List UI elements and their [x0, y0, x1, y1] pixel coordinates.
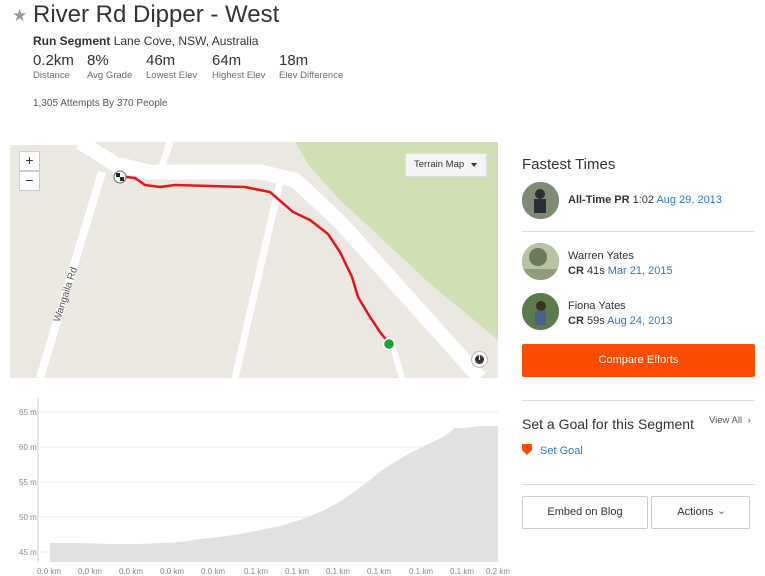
x-tick-label: 0.0 km	[119, 567, 144, 576]
stat-value: 64m	[212, 52, 242, 69]
stat-label: Lowest Elev	[146, 70, 198, 81]
stat-elev-difference: 18m Elev Difference	[279, 52, 343, 81]
avatar[interactable]	[522, 243, 559, 280]
map-type-dropdown[interactable]: Terrain Map	[405, 153, 487, 177]
x-tick-label: 0.0 km	[201, 567, 226, 576]
activity-type: Run Segment	[33, 34, 111, 48]
x-tick-label: 0.1 km	[326, 567, 351, 576]
fastest-times-title: Fastest Times	[522, 156, 616, 173]
zoom-in-button[interactable]: +	[19, 151, 40, 171]
divider	[522, 231, 755, 232]
divider	[522, 484, 755, 485]
x-tick-label: 0.1 km	[409, 567, 434, 576]
elevation-chart	[37, 398, 498, 562]
map-type-label: Terrain Map	[414, 159, 465, 170]
cr-date-link[interactable]: Mar 21, 2015	[608, 265, 673, 277]
stat-label: Avg Grade	[87, 70, 133, 81]
stat-label: Highest Elev	[212, 70, 266, 81]
segment-map[interactable]: + − Terrain Map Wangaila Rd i	[10, 142, 498, 378]
y-tick-label: 45 m	[19, 548, 37, 557]
stat-label: Distance	[33, 70, 70, 81]
x-tick-label: 0.1 km	[285, 567, 310, 576]
avatar[interactable]	[522, 293, 559, 330]
x-tick-label: 0.0 km	[78, 567, 103, 576]
athlete-name[interactable]: Warren Yates	[568, 250, 634, 262]
compare-efforts-button[interactable]: Compare Efforts	[522, 344, 755, 377]
actions-dropdown-button[interactable]: Actions ›	[651, 496, 750, 529]
page-title: River Rd Dipper - West	[33, 1, 280, 28]
x-tick-label: 0.1 km	[367, 567, 392, 576]
cr-time: 41s	[586, 265, 605, 277]
cr-date-link[interactable]: Aug 24, 2013	[607, 315, 672, 327]
cr-badge: CR	[568, 315, 584, 327]
divider	[522, 400, 755, 401]
view-all-link[interactable]: View All ›	[709, 415, 751, 426]
stat-label: Elev Difference	[279, 70, 344, 81]
y-tick-label: 55 m	[19, 478, 37, 487]
athlete-name[interactable]: Fiona Yates	[568, 300, 626, 312]
x-tick-label: 0.0 km	[37, 567, 62, 576]
pr-label: All-Time PR	[568, 194, 630, 206]
segment-subtitle: Run Segment Lane Cove, NSW, Australia	[33, 34, 258, 48]
stat-value: 0.2km	[33, 52, 74, 69]
cr-time: 59s	[586, 315, 605, 327]
elevation-profile	[10, 398, 498, 562]
avatar-image	[522, 182, 559, 219]
start-marker-icon	[382, 337, 396, 351]
info-glyph: i	[478, 353, 481, 362]
cr-record: CR 59s Aug 24, 2013	[568, 315, 673, 327]
zoom-out-button[interactable]: −	[19, 171, 40, 191]
x-tick-label: 0.0 km	[160, 567, 185, 576]
star-icon[interactable]: ★	[12, 6, 27, 26]
stat-value: 46m	[146, 52, 176, 69]
elevation-area	[50, 426, 498, 562]
map-canvas	[10, 142, 498, 378]
stat-distance: 0.2km Distance	[33, 52, 74, 81]
chevron-right-icon: ›	[747, 415, 751, 426]
embed-on-blog-button[interactable]: Embed on Blog	[522, 496, 648, 529]
cr-record: CR 41s Mar 21, 2015	[568, 265, 673, 277]
avatar-image	[522, 293, 559, 330]
set-goal-label: Set Goal	[540, 445, 583, 457]
cr-badge: CR	[568, 265, 584, 277]
info-icon[interactable]: i	[471, 351, 488, 368]
stat-highest-elev: 64m Highest Elev	[212, 52, 265, 81]
x-tick-label: 0.1 km	[244, 567, 269, 576]
x-tick-label: 0.2 km	[486, 567, 511, 576]
y-tick-label: 60 m	[19, 443, 37, 452]
shield-icon	[522, 444, 532, 455]
x-tick-label: 0.1 km	[450, 567, 475, 576]
segment-location: Lane Cove, NSW, Australia	[113, 34, 259, 48]
stat-value: 18m	[279, 52, 309, 69]
finish-flag-icon	[113, 170, 127, 184]
y-tick-label: 50 m	[19, 513, 37, 522]
pr-record: All-Time PR 1:02 Aug 29, 2013	[568, 194, 722, 206]
pr-date-link[interactable]: Aug 29, 2013	[656, 194, 721, 206]
stat-avg-grade: 8% Avg Grade	[87, 52, 132, 81]
avatar[interactable]	[522, 182, 559, 219]
pr-time: 1:02	[632, 194, 655, 206]
stat-value: 8%	[87, 52, 109, 69]
avatar-image	[522, 243, 559, 280]
chevron-down-icon	[471, 163, 477, 167]
goal-section-title: Set a Goal for this Segment	[522, 416, 694, 432]
attempts-count: 1,305 Attempts By 370 People	[33, 98, 168, 109]
chevron-down-icon: ›	[716, 510, 728, 515]
set-goal-link[interactable]: Set Goal	[522, 444, 583, 457]
y-tick-label: 65 m	[19, 408, 37, 417]
side-road-south	[231, 181, 284, 378]
side-road-end	[390, 346, 405, 378]
view-all-label: View All	[709, 415, 743, 426]
stat-lowest-elev: 46m Lowest Elev	[146, 52, 197, 81]
